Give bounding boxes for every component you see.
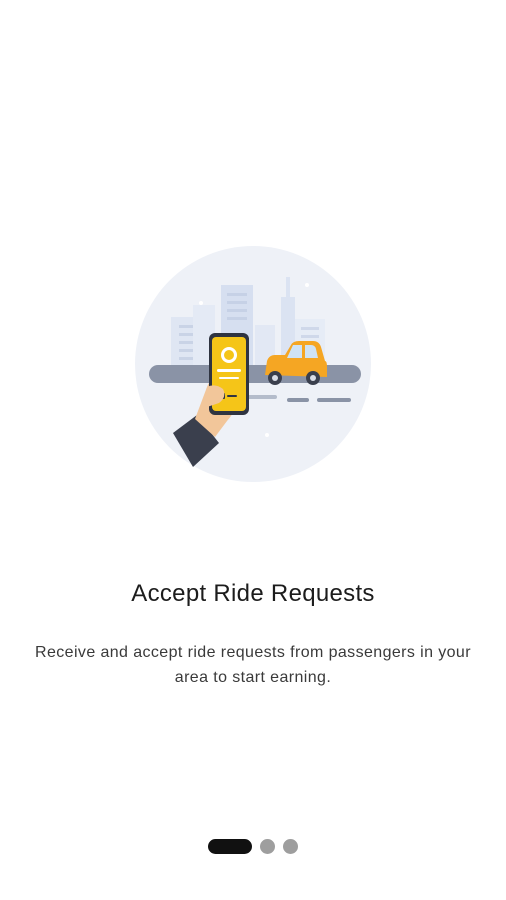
page-title: Accept Ride Requests [131, 580, 375, 607]
page-indicator-dot-3[interactable] [283, 838, 298, 854]
page-description: Receive and accept ride requests from pa… [35, 644, 471, 686]
ride-request-illustration [135, 237, 371, 491]
page-indicator [0, 838, 506, 854]
page-indicator-dot-1[interactable] [208, 838, 252, 854]
page-indicator-dot-2[interactable] [260, 838, 275, 854]
